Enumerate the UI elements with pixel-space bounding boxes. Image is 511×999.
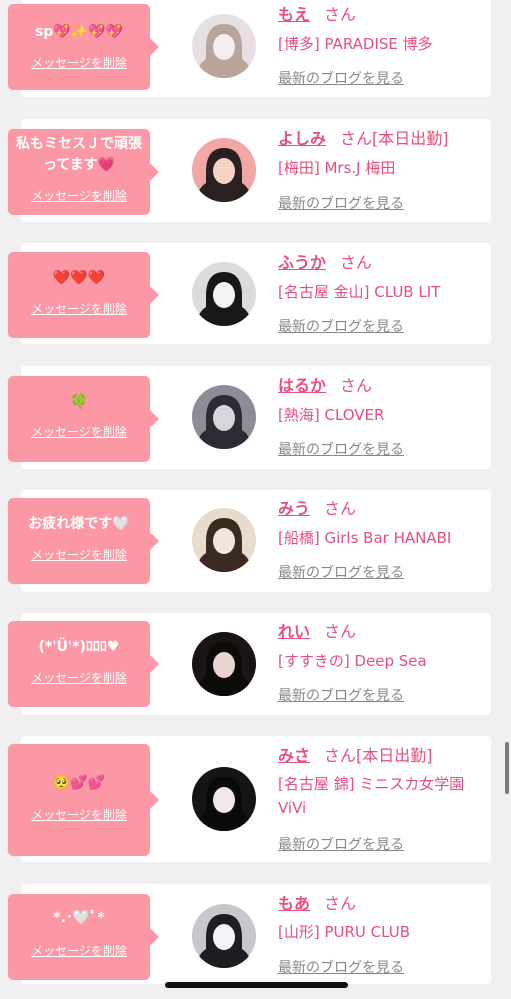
honorific: さん: [340, 129, 373, 148]
latest-blog-link[interactable]: 最新のブログを見る: [278, 834, 404, 854]
cast-name-link[interactable]: みさ: [278, 746, 310, 765]
name-line: もえ さん: [278, 4, 488, 26]
avatar[interactable]: [192, 767, 256, 831]
message-text: 🥺💕💕: [52, 775, 106, 791]
honorific: さん: [324, 746, 357, 765]
shop-name: [山形] PURU CLUB: [278, 923, 411, 941]
avatar[interactable]: [192, 138, 256, 202]
shop-name: [名古屋 錦] ミニスカ女学園ViVi: [278, 775, 465, 817]
message-text: お疲れ様です🤍: [28, 516, 130, 532]
name-line: みさ さん[本日出勤]: [278, 745, 488, 767]
shop-name: [熱海] CLOVER: [278, 406, 385, 424]
name-line: はるか さん: [278, 375, 488, 397]
shop-name: [すすきの] Deep Sea: [278, 652, 427, 670]
name-line: みう さん: [278, 498, 488, 520]
cast-name-link[interactable]: よしみ: [278, 129, 326, 148]
delete-message-link[interactable]: メッセージを削除: [8, 54, 150, 71]
avatar[interactable]: [192, 632, 256, 696]
cast-info: れい さん [すすきの] Deep Sea 最新のブログを見る: [278, 621, 488, 707]
cast-info: ふうか さん [名古屋 金山] CLUB LIT 最新のブログを見る: [278, 252, 488, 338]
cast-name-link[interactable]: もあ: [278, 894, 310, 913]
name-line: れい さん: [278, 621, 488, 643]
message-bubble: 私もミセスＪで頑張ってます💗 メッセージを削除: [8, 129, 159, 215]
name-line: よしみ さん[本日出勤]: [278, 128, 488, 150]
honorific: さん: [340, 376, 373, 395]
cast-name-link[interactable]: みう: [278, 499, 310, 518]
delete-message-link[interactable]: メッセージを削除: [8, 942, 150, 959]
latest-blog-link[interactable]: 最新のブログを見る: [278, 685, 404, 705]
scrollbar[interactable]: [505, 742, 509, 794]
cast-info: もあ さん [山形] PURU CLUB 最新のブログを見る: [278, 893, 488, 979]
latest-blog-link[interactable]: 最新のブログを見る: [278, 316, 404, 336]
cast-name-link[interactable]: はるか: [278, 376, 326, 395]
cast-name-link[interactable]: もえ: [278, 5, 310, 24]
message-text: ❤️❤️❤️: [52, 270, 106, 286]
message-bubble: お疲れ様です🤍 メッセージを削除: [8, 498, 159, 584]
delete-message-link[interactable]: メッセージを削除: [8, 187, 150, 204]
cast-info: よしみ さん[本日出勤] [梅田] Mrs.J 梅田 最新のブログを見る: [278, 128, 488, 215]
shop-name: [名古屋 金山] CLUB LIT: [278, 283, 441, 301]
cast-info: もえ さん [博多] PARADISE 博多 最新のブログを見る: [278, 4, 488, 90]
delete-message-link[interactable]: メッセージを削除: [8, 423, 150, 440]
latest-blog-link[interactable]: 最新のブログを見る: [278, 562, 404, 582]
message-bubble: *.･🤍ﾟ* メッセージを削除: [8, 894, 159, 980]
latest-blog-link[interactable]: 最新のブログを見る: [278, 193, 404, 213]
delete-message-link[interactable]: メッセージを削除: [8, 669, 150, 686]
cast-info: みさ さん[本日出勤] [名古屋 錦] ミニスカ女学園ViVi 最新のブログを見る: [278, 745, 488, 856]
status-badge: [本日出勤]: [356, 746, 433, 765]
latest-blog-link[interactable]: 最新のブログを見る: [278, 957, 404, 977]
avatar[interactable]: [192, 14, 256, 78]
honorific: さん: [324, 894, 357, 913]
honorific: さん: [324, 622, 357, 641]
status-badge: [本日出勤]: [372, 129, 449, 148]
latest-blog-link[interactable]: 最新のブログを見る: [278, 68, 404, 88]
avatar[interactable]: [192, 385, 256, 449]
message-bubble: 🍀 メッセージを削除: [8, 376, 159, 462]
message-text: (*'Ü'*)ﾛﾛﾛ♥: [38, 639, 120, 655]
message-text: 🍀: [70, 394, 88, 410]
home-indicator: [165, 982, 348, 988]
honorific: さん: [340, 253, 373, 272]
message-bubble: sp💖✨💖💖 メッセージを削除: [8, 4, 159, 90]
message-bubble: 🥺💕💕 メッセージを削除: [8, 744, 159, 856]
cast-info: みう さん [船橋] Girls Bar HANABI 最新のブログを見る: [278, 498, 488, 584]
name-line: もあ さん: [278, 893, 488, 915]
shop-name: [梅田] Mrs.J 梅田: [278, 159, 396, 177]
message-bubble: ❤️❤️❤️ メッセージを削除: [8, 252, 159, 338]
cast-name-link[interactable]: れい: [278, 622, 310, 641]
shop-name: [船橋] Girls Bar HANABI: [278, 529, 452, 547]
message-bubble: (*'Ü'*)ﾛﾛﾛ♥ メッセージを削除: [8, 621, 159, 707]
name-line: ふうか さん: [278, 252, 488, 274]
delete-message-link[interactable]: メッセージを削除: [8, 546, 150, 563]
honorific: さん: [324, 5, 357, 24]
message-text: *.･🤍ﾟ*: [53, 910, 105, 926]
avatar[interactable]: [192, 508, 256, 572]
cast-name-link[interactable]: ふうか: [278, 253, 326, 272]
message-text: sp💖✨💖💖: [34, 24, 124, 40]
delete-message-link[interactable]: メッセージを削除: [8, 300, 150, 317]
message-text: 私もミセスＪで頑張ってます💗: [16, 136, 142, 173]
avatar[interactable]: [192, 904, 256, 968]
latest-blog-link[interactable]: 最新のブログを見る: [278, 439, 404, 459]
delete-message-link[interactable]: メッセージを削除: [8, 806, 150, 823]
avatar[interactable]: [192, 262, 256, 326]
honorific: さん: [324, 499, 357, 518]
cast-info: はるか さん [熱海] CLOVER 最新のブログを見る: [278, 375, 488, 461]
shop-name: [博多] PARADISE 博多: [278, 35, 433, 53]
